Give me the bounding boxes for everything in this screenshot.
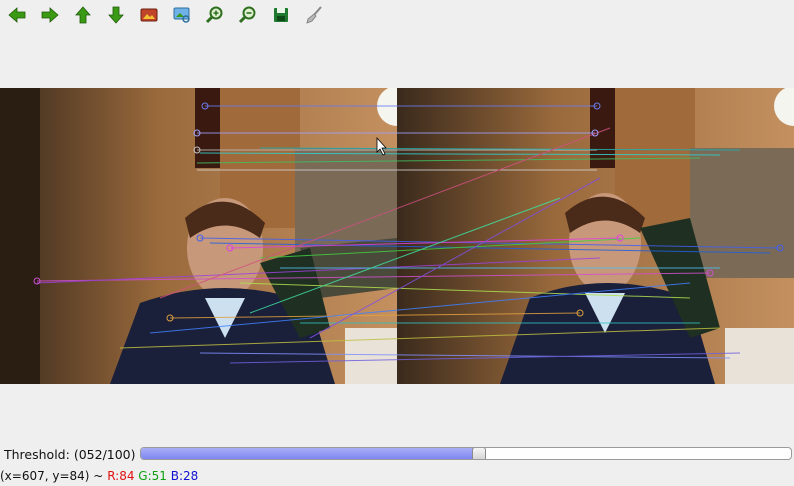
zoom-region-button[interactable] [165,0,198,30]
threshold-value: (052/100) [73,446,136,462]
arrow-right-icon [40,5,60,25]
slider-handle[interactable] [472,448,486,459]
image-icon [139,5,159,25]
arrow-down-icon [106,5,126,25]
match-image [0,88,794,384]
pan-up-button[interactable] [66,0,99,30]
image-zoom-icon [172,5,192,25]
left-frame [0,88,417,384]
pan-down-button[interactable] [99,0,132,30]
zoom-in-button[interactable] [198,0,231,30]
arrow-up-icon [73,5,93,25]
slider-fill [141,448,479,459]
status-bar: (x=607, y=84) ~ R:84 G:51 B:28 [0,467,198,485]
properties-button[interactable] [297,0,330,30]
pan-right-button[interactable] [33,0,66,30]
pixel-blue-value: B:28 [170,469,199,483]
cursor-coords: (x=607, y=84) ~ [0,469,104,483]
fit-image-button[interactable] [132,0,165,30]
brush-icon [304,5,324,25]
threshold-slider[interactable] [140,447,792,460]
image-view[interactable] [0,88,794,384]
zoom-out-icon [238,5,258,25]
threshold-label: Threshold: [4,446,70,462]
arrow-left-icon [7,5,27,25]
save-button[interactable] [264,0,297,30]
pixel-red-value: R:84 [107,469,135,483]
zoom-in-icon [205,5,225,25]
threshold-row: Threshold: (052/100) [0,444,794,464]
zoom-out-button[interactable] [231,0,264,30]
pan-left-button[interactable] [0,0,33,30]
save-icon [271,5,291,25]
toolbar [0,0,794,30]
pixel-green-value: G:51 [138,469,167,483]
